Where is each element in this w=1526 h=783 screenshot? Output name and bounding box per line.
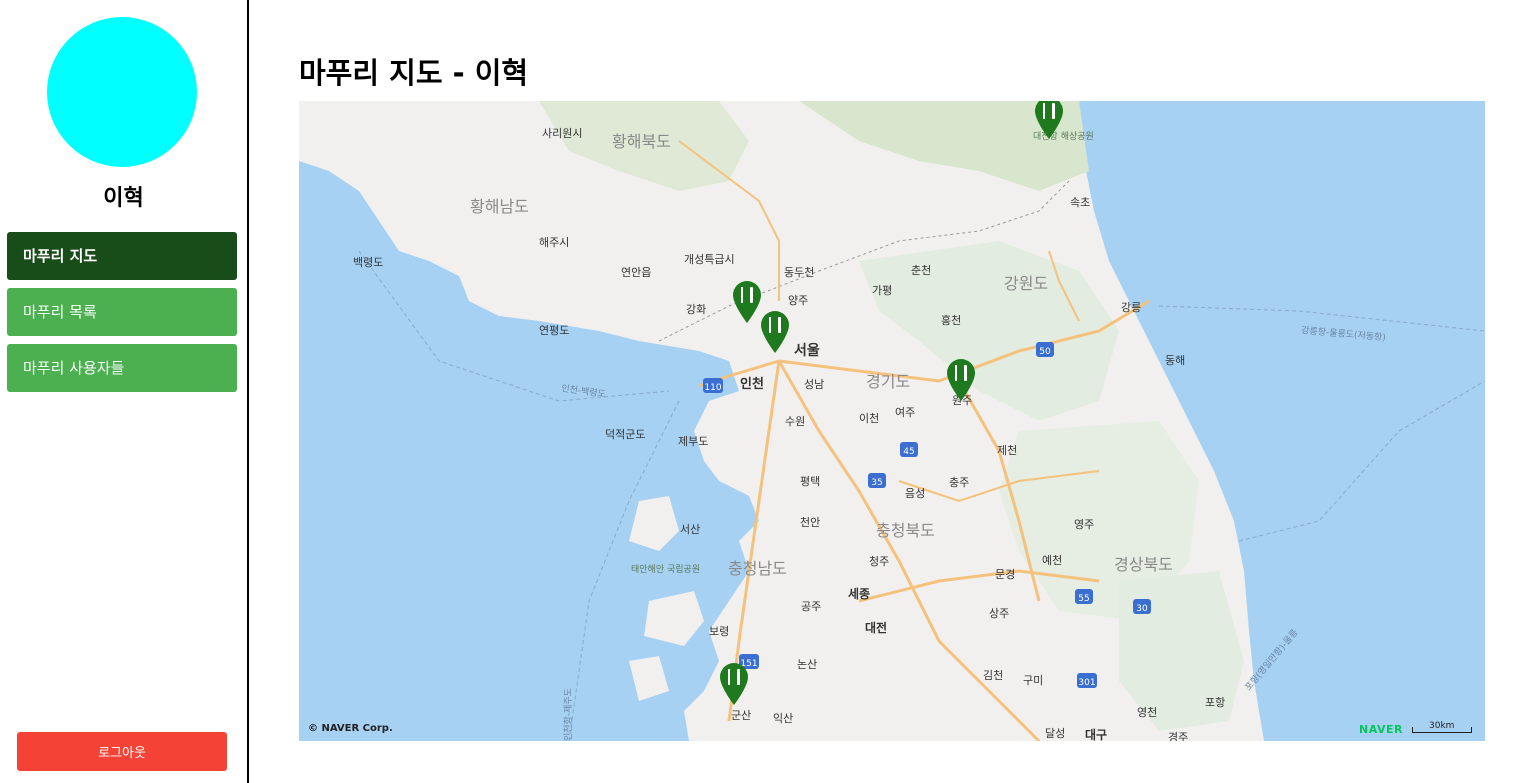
city-label: 이천 — [859, 411, 879, 425]
sidebar: 이혁 마푸리 지도 마푸리 목록 마푸리 사용자들 로그아웃 — [0, 0, 249, 783]
naver-logo: NAVER — [1359, 723, 1403, 736]
city-label: 개성특급시 — [684, 253, 735, 266]
city-label: 속초 — [1070, 196, 1090, 209]
city-label: 홍천 — [941, 313, 961, 327]
city-label: 천안 — [800, 515, 820, 529]
city-label: 백령도 — [353, 256, 383, 269]
city-label: 여주 — [895, 406, 915, 419]
city-label: 가평 — [872, 284, 892, 297]
city-label: 사리원시 — [542, 127, 582, 140]
ferry-route — [1238, 380, 1485, 542]
city-label: 평택 — [800, 475, 820, 488]
city-label: 춘천 — [911, 263, 931, 277]
map-copyright: © NAVER Corp. — [308, 723, 393, 734]
city-label: 구미 — [1023, 674, 1043, 687]
city-label: 대구 — [1085, 728, 1107, 741]
island — [629, 656, 669, 701]
hw-30: 30 — [1136, 604, 1148, 614]
city-label: 세종 — [848, 586, 870, 601]
restaurant-marker[interactable] — [1033, 101, 1065, 139]
city-label: 포항 — [1205, 696, 1225, 709]
city-label: 영주 — [1074, 518, 1094, 531]
city-label: 서울 — [794, 342, 820, 359]
hw-35: 35 — [871, 478, 882, 488]
city-label: 문경 — [995, 568, 1015, 581]
city-label: 성남 — [804, 378, 824, 391]
hw-110: 110 — [704, 383, 721, 393]
city-label: 인천 — [740, 376, 764, 392]
city-label: 충주 — [949, 476, 969, 489]
route-label: 인천항-제주도 — [563, 688, 574, 741]
city-label: 대전 — [865, 620, 887, 635]
region-label: 경기도 — [866, 372, 910, 391]
restaurant-icon — [1035, 101, 1063, 139]
region-label: 충청남도 — [728, 559, 787, 578]
sidebar-nav: 마푸리 지도 마푸리 목록 마푸리 사용자들 — [7, 232, 237, 400]
region-label: 경상북도 — [1114, 555, 1173, 574]
city-label: 청주 — [869, 555, 889, 568]
map-scale-bar — [1412, 727, 1472, 733]
nav-item-map[interactable]: 마푸리 지도 — [7, 232, 237, 280]
city-label: 보령 — [709, 625, 729, 638]
city-label: 수원 — [785, 415, 805, 428]
island — [629, 496, 679, 551]
map-view[interactable]: 110 50 45 35 55 30 151 301 황해북도 황해남도 강원도… — [299, 101, 1485, 741]
logout-button[interactable]: 로그아웃 — [17, 732, 227, 771]
city-label: 동해 — [1165, 353, 1185, 367]
route-label: 인천-백령도 — [561, 382, 607, 400]
restaurant-marker[interactable] — [718, 661, 750, 705]
map-tiles: 110 50 45 35 55 30 151 301 황해북도 황해남도 강원도… — [299, 101, 1485, 741]
avatar — [47, 17, 197, 167]
hw-301: 301 — [1078, 678, 1095, 688]
city-label: 제천 — [997, 443, 1017, 457]
username: 이혁 — [103, 186, 144, 211]
city-label: 덕적군도 — [605, 428, 645, 441]
city-label: 해주시 — [539, 235, 569, 249]
restaurant-icon — [720, 663, 748, 705]
nav-item-users[interactable]: 마푸리 사용자들 — [7, 344, 237, 392]
region-label: 황해남도 — [470, 197, 529, 216]
restaurant-icon — [761, 311, 789, 353]
region-label: 충청북도 — [876, 521, 935, 540]
restaurant-marker[interactable] — [759, 309, 791, 353]
city-label: 김천 — [983, 668, 1003, 682]
city-label: 연안읍 — [621, 266, 651, 279]
city-label: 경주 — [1168, 731, 1188, 741]
city-label: 동두천 — [784, 265, 814, 279]
city-label: 양주 — [788, 294, 808, 307]
city-label: 상주 — [989, 607, 1009, 620]
city-label: 강화 — [686, 303, 706, 316]
restaurant-icon — [947, 359, 975, 401]
city-label: 익산 — [773, 712, 793, 725]
hw-50: 50 — [1039, 347, 1051, 357]
route-label: 강릉항-울릉도(저동항) — [1301, 325, 1386, 343]
city-label: 달성 — [1045, 727, 1065, 740]
park-label: 태안해안 국립공원 — [631, 564, 700, 575]
region-label: 강원도 — [1004, 274, 1048, 293]
restaurant-marker[interactable] — [945, 357, 977, 401]
page-title: 마푸리 지도 - 이혁 — [299, 56, 529, 90]
city-label: 제부도 — [678, 435, 708, 448]
city-label: 공주 — [801, 600, 821, 613]
city-label: 서산 — [680, 523, 700, 536]
city-label: 연평도 — [539, 324, 569, 337]
city-label: 논산 — [797, 658, 817, 671]
city-label: 군산 — [731, 709, 751, 722]
region-label: 황해북도 — [612, 132, 671, 151]
city-label: 영천 — [1137, 705, 1157, 719]
hw-45: 45 — [903, 447, 914, 457]
city-label: 음성 — [905, 487, 925, 500]
island — [644, 591, 704, 646]
nav-item-list[interactable]: 마푸리 목록 — [7, 288, 237, 336]
restaurant-icon — [733, 281, 761, 323]
hw-55: 55 — [1078, 594, 1089, 604]
city-label: 강릉 — [1121, 301, 1141, 314]
city-label: 예천 — [1042, 553, 1062, 567]
